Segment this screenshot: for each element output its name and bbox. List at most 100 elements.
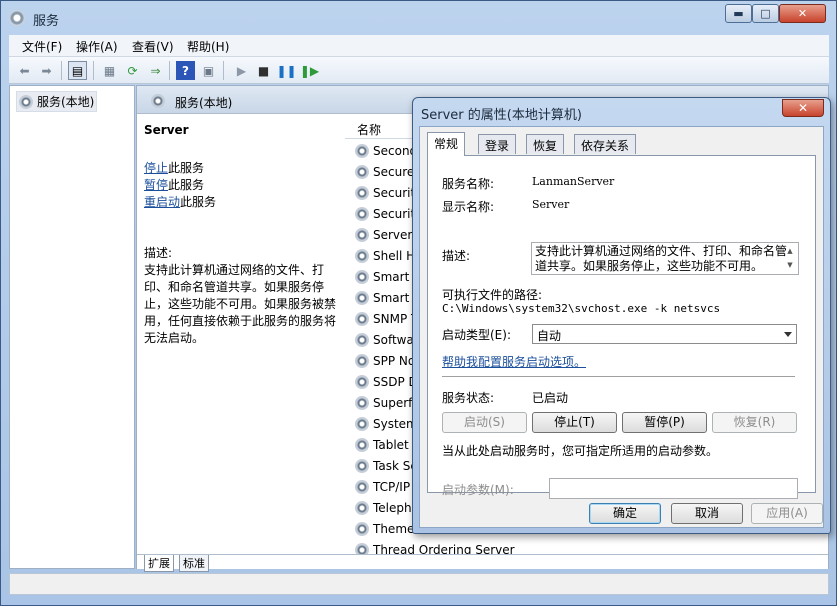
stop-button[interactable]: 停止(T): [532, 412, 617, 433]
menu-help[interactable]: 帮助(H): [187, 38, 229, 55]
status-value: 已启动: [532, 391, 569, 405]
gear-icon: [355, 144, 369, 158]
toolbar-separator: [223, 61, 224, 80]
start-params-hint: 当从此处启动服务时，您可指定所适用的启动参数。: [442, 444, 719, 458]
column-header-label: 名称: [357, 123, 382, 137]
start-icon[interactable]: ▶: [232, 61, 251, 80]
action-pause: 暂停此服务: [144, 176, 204, 193]
service-name-label: 服务名称:: [442, 177, 495, 191]
forward-icon[interactable]: ➡: [37, 61, 56, 80]
resume-button[interactable]: 恢复(R): [712, 412, 797, 433]
description-scrollbar[interactable]: ▲ ▼: [783, 244, 797, 274]
status-bar: [9, 573, 829, 595]
startup-type-label: 启动类型(E):: [442, 328, 511, 342]
list-item[interactable]: Themes: [355, 519, 421, 539]
tree-item-label: 服务(本地): [37, 95, 95, 109]
description-label: 描述:: [442, 249, 471, 263]
startup-type-select[interactable]: 自动: [532, 324, 797, 344]
pause-button[interactable]: 暂停(P): [622, 412, 707, 433]
action-stop: 停止此服务: [144, 159, 204, 176]
gear-icon: [355, 270, 369, 284]
menu-file[interactable]: 文件(F): [22, 38, 62, 55]
path-label: 可执行文件的路径:: [442, 288, 543, 302]
gear-icon: [355, 249, 369, 263]
refresh-icon[interactable]: ⟳: [123, 61, 142, 80]
tab-dependencies[interactable]: 依存关系: [574, 134, 637, 154]
tab-general[interactable]: 常规: [427, 132, 466, 156]
restart-icon[interactable]: ❚▶: [300, 61, 319, 80]
action-suffix: 此服务: [168, 161, 205, 175]
description-box[interactable]: 支持此计算机通过网络的文件、打印、和命名管道共享。如果服务停止，这些功能不可用。…: [531, 242, 799, 275]
service-name-value: LanmanServer: [532, 175, 615, 188]
gear-icon: [19, 94, 33, 109]
pane-header-label: 服务(本地): [175, 96, 233, 110]
menu-bar: 文件(F) 操作(A) 查看(V) 帮助(H): [9, 35, 829, 57]
divider: [442, 376, 795, 377]
ok-button[interactable]: 确定: [589, 503, 661, 524]
console-icon[interactable]: ▣: [199, 61, 218, 80]
selected-service-name: Server: [144, 123, 189, 137]
minimize-button[interactable]: ▬: [725, 4, 752, 23]
stop-service-link[interactable]: 停止: [144, 161, 168, 175]
pause-icon[interactable]: ❚❚: [276, 61, 296, 80]
dialog-close-button[interactable]: ✕: [782, 99, 824, 117]
show-tree-icon[interactable]: ▤: [68, 61, 87, 80]
back-icon[interactable]: ⬅: [15, 61, 34, 80]
stop-icon[interactable]: ■: [254, 61, 273, 80]
restart-service-link[interactable]: 重启动: [144, 195, 180, 209]
start-params-label: 启动参数(M):: [442, 483, 514, 497]
dialog-body: 常规 登录 恢复 依存关系 服务名称: LanmanServer 显示名称: S…: [419, 126, 824, 528]
maximize-button[interactable]: □: [752, 4, 779, 23]
tab-extended[interactable]: 扩展: [144, 555, 174, 572]
start-button[interactable]: 启动(S): [442, 412, 527, 433]
services-app-icon: [9, 10, 25, 26]
gear-icon: [355, 459, 369, 473]
gear-icon: [355, 522, 369, 536]
path-value: C:\Windows\system32\svchost.exe -k netsv…: [442, 302, 721, 315]
tab-logon[interactable]: 登录: [478, 134, 517, 154]
help-icon[interactable]: ?: [176, 61, 195, 80]
properties-icon[interactable]: ▦: [100, 61, 119, 80]
service-name: Server: [373, 228, 413, 242]
title-bar: 服务 ▬ □ ✕: [1, 1, 836, 35]
gear-icon: [355, 438, 369, 452]
list-item[interactable]: Server: [355, 225, 412, 245]
action-suffix: 此服务: [168, 178, 205, 192]
view-tabs: 扩展 标准: [137, 554, 828, 572]
tab-recovery[interactable]: 恢复: [526, 134, 565, 154]
general-tab-panel: 服务名称: LanmanServer 显示名称: Server 描述: 支持此计…: [427, 155, 816, 499]
tree-item-services-local[interactable]: 服务(本地): [16, 91, 98, 112]
dialog-title: Server 的属性(本地计算机): [421, 108, 582, 123]
description-title: 描述:: [144, 246, 173, 260]
gear-icon: [355, 417, 369, 431]
export-icon[interactable]: ⇒: [146, 61, 165, 80]
description-body: 支持此计算机通过网络的文件、打印、和命名管道共享。如果服务停止，这些功能不可用。…: [144, 263, 337, 345]
window-title: 服务: [33, 14, 60, 29]
toolbar: ⬅ ➡ ▤ ▦ ⟳ ⇒ ? ▣ ▶ ■ ❚❚ ❚▶: [9, 57, 829, 84]
toolbar-separator: [61, 61, 62, 80]
display-name-label: 显示名称:: [442, 200, 495, 214]
gear-icon: [355, 228, 369, 242]
startup-type-value: 自动: [537, 329, 562, 343]
gear-icon: [355, 186, 369, 200]
close-button[interactable]: ✕: [779, 4, 826, 23]
gear-icon: [355, 354, 369, 368]
gear-icon: [355, 207, 369, 221]
apply-button[interactable]: 应用(A): [751, 503, 823, 524]
pause-service-link[interactable]: 暂停: [144, 178, 168, 192]
properties-dialog: Server 的属性(本地计算机) ✕ 常规 登录 恢复 依存关系 服务名称: …: [412, 97, 831, 534]
action-restart: 重启动此服务: [144, 193, 216, 210]
cancel-button[interactable]: 取消: [671, 503, 743, 524]
description-text: 支持此计算机通过网络的文件、打印、和命名管道共享。如果服务停止，这些功能不可用。: [535, 244, 788, 273]
console-tree: 服务(本地): [9, 85, 135, 569]
display-name-value: Server: [532, 198, 570, 211]
tab-standard[interactable]: 标准: [179, 555, 209, 572]
menu-action[interactable]: 操作(A): [76, 38, 118, 55]
menu-view[interactable]: 查看(V): [132, 38, 174, 55]
status-label: 服务状态:: [442, 391, 495, 405]
start-params-input[interactable]: [549, 478, 798, 499]
gear-icon: [355, 480, 369, 494]
chevron-down-icon: [784, 332, 792, 337]
help-configure-link[interactable]: 帮助我配置服务启动选项。: [442, 353, 586, 370]
gear-icon: [355, 375, 369, 389]
